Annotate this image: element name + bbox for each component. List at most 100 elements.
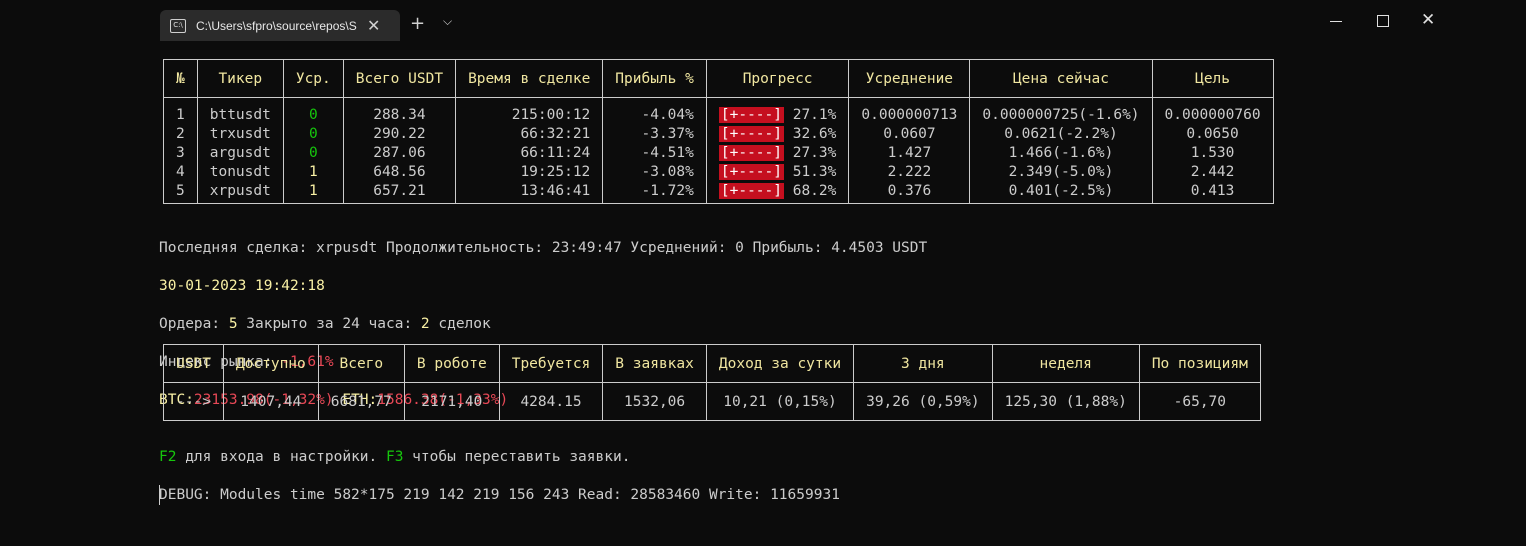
position-row-3-progress: [+----] 27.3% bbox=[718, 144, 836, 163]
col-header: Тикер bbox=[196, 59, 284, 98]
f3-text: чтобы переставить заявки. bbox=[403, 449, 631, 465]
col-averagings: 0 0 0 1 1 bbox=[282, 97, 344, 204]
col-header: Всего USDT bbox=[342, 59, 457, 98]
averagings-count: 1 bbox=[308, 183, 318, 199]
position-row-5-n: 5 bbox=[176, 183, 185, 199]
position-row-4-time: 19:25:12 bbox=[520, 164, 591, 180]
col-progress: [+----] 27.1% [+----] 32.6% [+----] 27.3%[… bbox=[705, 97, 850, 204]
position-row-3-ticker: argusdt bbox=[209, 145, 271, 161]
terminal-tab[interactable]: C:\ C:\Users\sfpro\source\repos\S ✕ bbox=[160, 10, 400, 41]
balance-cell: 125,30 (1,88%) bbox=[991, 382, 1140, 421]
progress-percent: 27.1% bbox=[792, 107, 837, 123]
position-row-3-averaging: 1.427 bbox=[887, 145, 932, 161]
balance-col-header: В заявках bbox=[602, 344, 707, 383]
position-row-4-ticker: tonusdt bbox=[209, 164, 271, 180]
balance-col-header: Требуется bbox=[498, 344, 604, 383]
balance-col-header: 3 дня bbox=[853, 344, 993, 383]
col-profit: -4.04% -3.37% -4.51% -3.08% -1.72% bbox=[602, 97, 707, 204]
col-number: 1 2 3 4 5 bbox=[163, 97, 198, 204]
f2-key: F2 bbox=[159, 449, 177, 465]
col-total: 288.34 290.22 287.06 648.56 657.21 bbox=[342, 97, 457, 204]
col-header: Усреднение bbox=[848, 59, 971, 98]
position-row-2-target: 0.0650 bbox=[1186, 126, 1239, 142]
chevron-down-icon[interactable]: ⌵ bbox=[443, 14, 452, 29]
balance-cell: 2171,40 bbox=[403, 382, 500, 421]
position-row-2-profit: -3.37% bbox=[641, 126, 694, 142]
tab-title: C:\Users\sfpro\source\repos\S bbox=[196, 18, 357, 33]
positions-header-row: № Тикер Уср. Всего USDT Время в сделке П… bbox=[163, 59, 1274, 98]
balance-cell: 1407,44 bbox=[222, 382, 319, 421]
position-row-2-avg: 0 bbox=[296, 125, 331, 144]
position-row-4-target: 2.442 bbox=[1190, 164, 1235, 180]
close-window-button[interactable]: ✕ bbox=[1421, 10, 1435, 30]
positions-body: 1 2 3 4 5 bttusdt trxusdt argusdt tonusdt xrpusd… bbox=[163, 97, 1274, 204]
balance-col-header: USDT bbox=[163, 344, 224, 383]
balance-cell: 39,26 (0,59%) bbox=[853, 382, 993, 421]
progress-percent: 51.3% bbox=[792, 164, 837, 180]
debug-line: DEBUG: Modules time 582*175 219 142 219 … bbox=[159, 487, 840, 503]
col-header: Время в сделке bbox=[455, 59, 604, 98]
f3-key: F3 bbox=[385, 449, 404, 465]
position-row-1-avg: 0 bbox=[296, 106, 331, 125]
position-row-1-n: 1 bbox=[176, 107, 185, 123]
new-tab-button[interactable]: + bbox=[410, 13, 425, 34]
minimize-button[interactable] bbox=[1330, 21, 1342, 22]
hotkeys-line: F2 для входа в настройки. F3 чтобы перес… bbox=[159, 448, 840, 467]
col-header: Уср. bbox=[282, 59, 344, 98]
position-row-4-price: 2.349(-5.0%) bbox=[1008, 164, 1114, 180]
balance-col-header: Доход за сутки bbox=[705, 344, 855, 383]
tab-close-icon[interactable]: ✕ bbox=[367, 16, 380, 35]
position-row-2-price: 0.0621(-2.2%) bbox=[1004, 126, 1118, 142]
position-row-1-total: 288.34 bbox=[373, 107, 426, 123]
position-row-3-time: 66:11:24 bbox=[520, 145, 591, 161]
position-row-4-progress: [+----] 51.3% bbox=[718, 163, 837, 182]
position-row-4-total: 648.56 bbox=[373, 164, 426, 180]
position-row-3-total: 287.06 bbox=[373, 145, 426, 161]
footer-block: F2 для входа в настройки. F3 чтобы перес… bbox=[159, 429, 840, 524]
position-row-1-progress: [+----] 27.1% bbox=[718, 106, 837, 125]
progress-bar: [+----] bbox=[718, 183, 784, 199]
col-header: Прогресс bbox=[705, 59, 850, 98]
deals-label: сделок bbox=[429, 316, 491, 332]
col-header: Цель bbox=[1151, 59, 1274, 98]
position-row-3-target: 1.530 bbox=[1190, 145, 1235, 161]
col-current-price: 0.000000725(-1.6%) 0.0621(-2.2%) 1.466(-1.… bbox=[969, 97, 1153, 204]
progress-percent: 68.2% bbox=[792, 183, 837, 199]
position-row-2-time: 66:32:21 bbox=[520, 126, 591, 142]
orders-count: 5 bbox=[228, 316, 238, 332]
last-deal-line: Последняя сделка: xrpusdt Продолжительно… bbox=[159, 240, 928, 256]
progress-bar: [+----] bbox=[718, 164, 784, 180]
position-row-5-time: 13:46:41 bbox=[520, 183, 591, 199]
position-row-4-averaging: 2.222 bbox=[887, 164, 932, 180]
position-row-4-n: 4 bbox=[176, 164, 185, 180]
position-row-1-ticker: bttusdt bbox=[209, 107, 271, 123]
balance-col-header: Доступно bbox=[222, 344, 319, 383]
position-row-5-target: 0.413 bbox=[1190, 183, 1235, 199]
col-header: Прибыль % bbox=[602, 59, 707, 98]
col-ticker: bttusdt trxusdt argusdt tonusdt xrpusdt bbox=[196, 97, 284, 204]
position-row-3-profit: -4.51% bbox=[641, 145, 694, 161]
terminal-icon: C:\ bbox=[170, 18, 186, 33]
position-row-2-total: 290.22 bbox=[373, 126, 426, 142]
position-row-2-ticker: trxusdt bbox=[209, 126, 271, 142]
averagings-count: 1 bbox=[308, 164, 318, 180]
balance-table: USDT Доступно Всего В роботе Требуется В… bbox=[163, 344, 1261, 421]
orders-label: Ордера: bbox=[159, 316, 229, 332]
positions-table: № Тикер Уср. Всего USDT Время в сделке П… bbox=[163, 59, 1274, 204]
position-row-5-ticker: xrpusdt bbox=[209, 183, 271, 199]
text-cursor bbox=[159, 485, 160, 505]
col-averaging-price: 0.000000713 0.0607 1.427 2.222 0.376 bbox=[848, 97, 971, 204]
balance-cell: 10,21 (0,15%) bbox=[705, 382, 855, 421]
maximize-button[interactable] bbox=[1377, 15, 1389, 27]
position-row-1-averaging: 0.000000713 bbox=[861, 107, 958, 123]
col-target: 0.000000760 0.0650 1.530 2.442 0.413 bbox=[1151, 97, 1274, 204]
position-row-5-price: 0.401(-2.5%) bbox=[1008, 183, 1114, 199]
balance-header-row: USDT Доступно Всего В роботе Требуется В… bbox=[163, 344, 1261, 383]
f2-text: для входа в настройки. bbox=[176, 449, 386, 465]
position-row-3-price: 1.466(-1.6%) bbox=[1008, 145, 1114, 161]
averagings-count: 0 bbox=[308, 145, 318, 161]
balance-cell: 4284.15 bbox=[498, 382, 604, 421]
progress-bar: [+----] bbox=[718, 126, 784, 142]
col-time: 215:00:12 66:32:21 66:11:24 19:25:12 13:46:4… bbox=[455, 97, 604, 204]
balance-col-header: По позициям bbox=[1138, 344, 1261, 383]
